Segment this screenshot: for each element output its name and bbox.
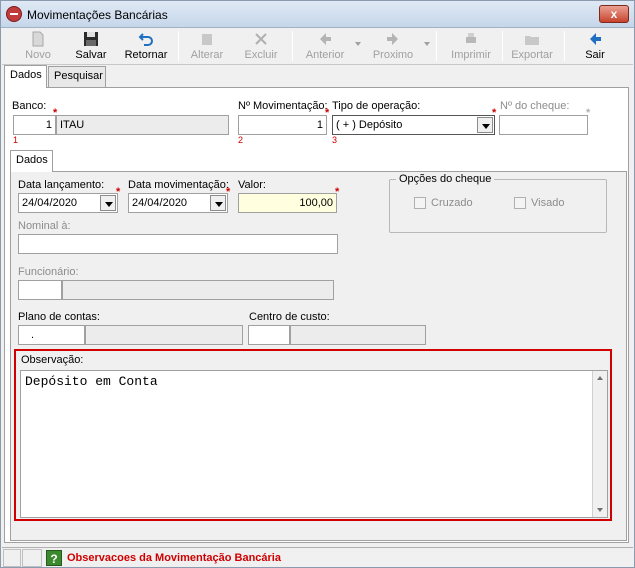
observacao-highlight: Observação: Depósito em Conta: [14, 349, 612, 521]
exit-arrow-icon: [590, 33, 601, 45]
cheque-input[interactable]: [499, 115, 588, 135]
banco-label: Banco:: [12, 100, 47, 112]
banco-index: 1: [13, 135, 19, 145]
tipo-op-select[interactable]: ( + ) Depósito: [332, 115, 495, 135]
data-lanc-input[interactable]: 24/04/2020: [18, 193, 118, 213]
toolbar-separator: [292, 31, 293, 61]
data-lanc-value: 24/04/2020: [22, 197, 78, 209]
undo-arrow-icon: [138, 33, 153, 46]
toolbar-separator: [502, 31, 503, 61]
opcoes-cheque-title: Opções do cheque: [396, 173, 495, 185]
scroll-down-icon[interactable]: [597, 508, 603, 512]
status-cell: [3, 549, 21, 567]
window-title: Movimentações Bancárias: [27, 8, 168, 22]
arrow-right-icon: [387, 33, 398, 45]
retornar-button[interactable]: Retornar: [120, 29, 172, 64]
export-folder-icon: [525, 36, 539, 45]
exportar-button[interactable]: Exportar: [508, 29, 556, 64]
funcionario-code-input[interactable]: [18, 280, 62, 300]
toolbar-separator: [178, 31, 179, 61]
tipo-op-index: 3: [332, 135, 338, 145]
plano-contas-code-input[interactable]: .: [18, 325, 85, 345]
excluir-button[interactable]: Excluir: [238, 29, 284, 64]
anterior-dropdown-icon[interactable]: [355, 42, 361, 46]
novo-button[interactable]: Novo: [16, 29, 60, 64]
toolbar-separator: [564, 31, 565, 61]
calendar-dropdown-icon[interactable]: [210, 195, 226, 211]
plano-contas-label: Plano de contas:: [18, 311, 100, 323]
status-bar: ? Observacoes da Movimentação Bancária: [2, 547, 633, 567]
proximo-button[interactable]: Proximo: [366, 29, 420, 64]
save-disk-icon: [84, 32, 98, 46]
delete-x-icon: [255, 33, 267, 45]
alterar-button[interactable]: Alterar: [184, 29, 230, 64]
scroll-up-icon[interactable]: [597, 376, 603, 380]
nominal-input[interactable]: [18, 234, 338, 254]
status-message: Observacoes da Movimentação Bancária: [67, 552, 281, 564]
plano-contas-name-field: [85, 325, 243, 345]
new-document-icon: [32, 31, 44, 47]
sair-button[interactable]: Sair: [574, 29, 616, 64]
centro-custo-label: Centro de custo:: [249, 311, 330, 323]
app-icon: [6, 6, 22, 22]
arrow-left-icon: [320, 33, 331, 45]
visado-checkbox[interactable]: [514, 197, 526, 209]
tipo-op-label: Tipo de operação:: [332, 100, 421, 112]
centro-custo-name-field: [290, 325, 426, 345]
close-button[interactable]: x: [599, 5, 629, 23]
observacao-textarea[interactable]: Depósito em Conta: [20, 370, 608, 518]
num-mov-label: Nº Movimentação:: [238, 100, 328, 112]
data-lanc-label: Data lançamento:: [18, 179, 105, 191]
data-mov-label: Data movimentação:: [128, 179, 229, 191]
cruzado-checkbox[interactable]: [414, 197, 426, 209]
num-mov-index: 2: [238, 135, 244, 145]
toolbar-separator: [436, 31, 437, 61]
observacao-scrollbar[interactable]: [592, 371, 607, 517]
calendar-dropdown-icon[interactable]: [100, 195, 116, 211]
anterior-button[interactable]: Anterior: [298, 29, 352, 64]
cruzado-label: Cruzado: [431, 197, 473, 209]
main-window: Movimentações Bancárias x Novo Salvar Re…: [0, 0, 635, 568]
imprimir-button[interactable]: Imprimir: [446, 29, 496, 64]
valor-input[interactable]: 100,00: [238, 193, 337, 213]
edit-icon: [202, 34, 212, 45]
observacao-value: Depósito em Conta: [25, 374, 158, 389]
inner-tab-dados[interactable]: Dados: [10, 150, 53, 172]
status-cell: [22, 549, 42, 567]
data-mov-input[interactable]: 24/04/2020: [128, 193, 228, 213]
banco-name-field: ITAU: [56, 115, 229, 135]
num-mov-input[interactable]: 1: [238, 115, 327, 135]
help-icon: ?: [46, 550, 62, 566]
funcionario-label: Funcionário:: [18, 266, 79, 278]
chevron-down-icon[interactable]: [477, 117, 493, 133]
funcionario-name-field: [62, 280, 334, 300]
nominal-label: Nominal à:: [18, 220, 71, 232]
cheque-label: Nº do cheque:: [500, 100, 570, 112]
title-bar: Movimentações Bancárias x: [1, 1, 634, 28]
toolbar: Novo Salvar Retornar Alterar Excluir Ant…: [2, 28, 633, 65]
proximo-dropdown-icon[interactable]: [424, 42, 430, 46]
printer-icon: [466, 33, 476, 43]
tab-dados[interactable]: Dados: [4, 65, 47, 88]
observacao-label: Observação:: [21, 354, 84, 366]
centro-custo-code-input[interactable]: [248, 325, 290, 345]
data-mov-value: 24/04/2020: [132, 197, 188, 209]
visado-label: Visado: [531, 197, 565, 209]
tipo-op-value: ( + ) Depósito: [336, 119, 403, 131]
banco-code-input[interactable]: 1: [13, 115, 56, 135]
tab-pesquisar[interactable]: Pesquisar: [48, 66, 106, 87]
salvar-button[interactable]: Salvar: [68, 29, 114, 64]
valor-label: Valor:: [238, 179, 266, 191]
